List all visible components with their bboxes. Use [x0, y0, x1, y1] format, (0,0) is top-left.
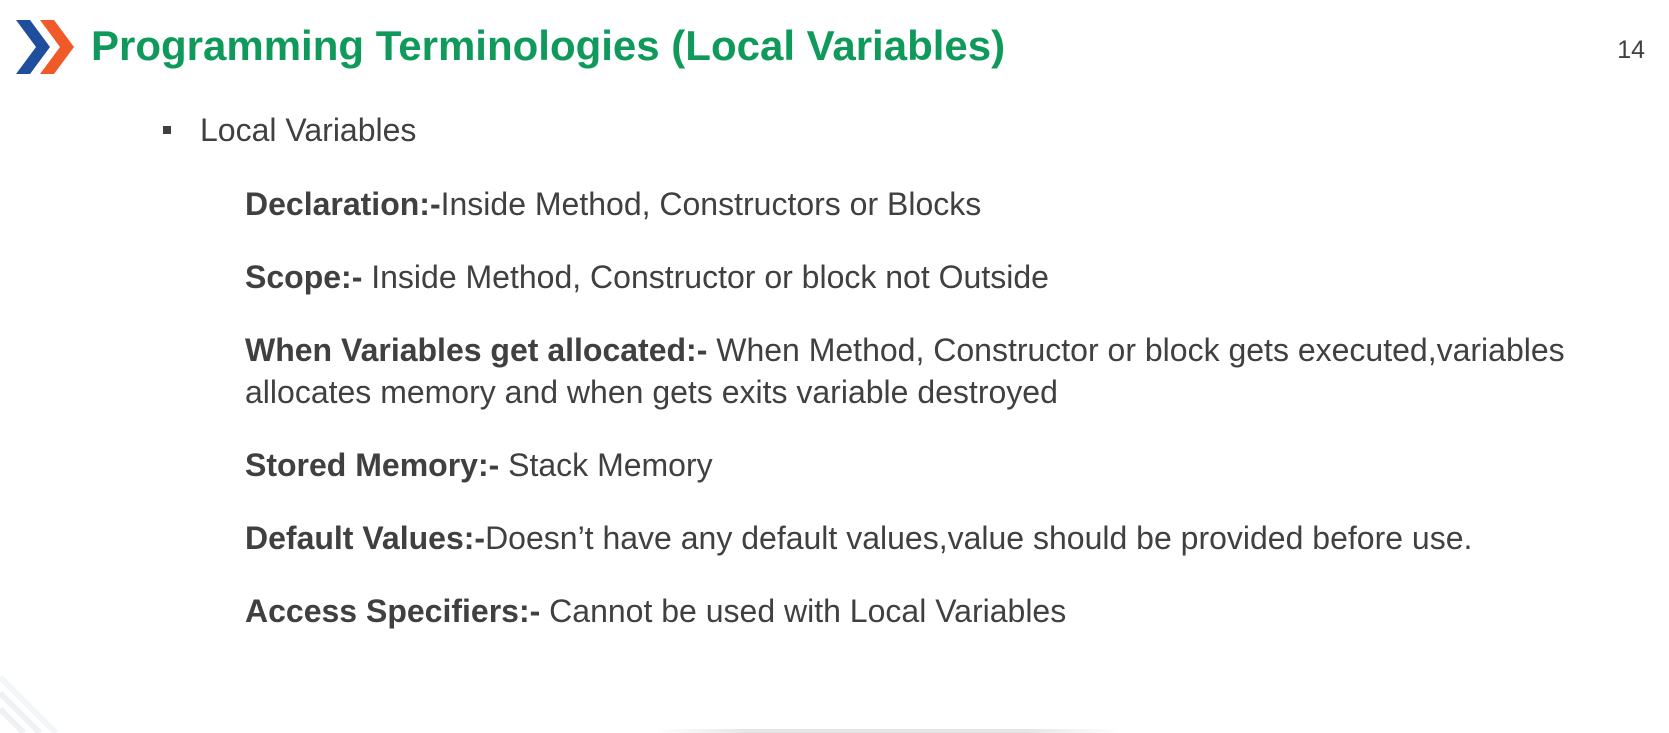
bullet-text: Local Variables [200, 112, 417, 148]
detail-scope: Scope:- Inside Method, Constructor or bl… [245, 256, 1645, 298]
detail-text: Inside Method, Constructors or Blocks [440, 186, 982, 222]
detail-text: Cannot be used with Local Variables [540, 593, 1067, 629]
detail-access-specifiers: Access Specifiers:- Cannot be used with … [245, 590, 1645, 632]
slide-title: Programming Terminologies (Local Variabl… [91, 22, 1006, 69]
corner-decoration [0, 674, 59, 733]
detail-text: Doesn’t have any default values,value sh… [485, 520, 1473, 556]
detail-label: Declaration:- [245, 186, 441, 222]
detail-label: When Variables get allocated:- [245, 332, 708, 368]
bottom-divider [655, 729, 1120, 733]
detail-label: Scope:- [245, 259, 363, 295]
detail-label: Default Values:- [245, 520, 486, 556]
detail-declaration: Declaration:-Inside Method, Constructors… [245, 183, 1645, 225]
detail-allocation: When Variables get allocated:- When Meth… [245, 329, 1645, 413]
detail-text: Stack Memory [499, 447, 713, 483]
detail-label: Access Specifiers:- [245, 593, 541, 629]
square-bullet-icon [163, 126, 171, 134]
detail-list: Declaration:-Inside Method, Constructors… [245, 183, 1645, 663]
detail-stored-memory: Stored Memory:- Stack Memory [245, 444, 1645, 486]
detail-default-values: Default Values:-Doesn’t have any default… [245, 517, 1645, 559]
detail-label: Stored Memory:- [245, 447, 500, 483]
bullet-item: Local Variables [163, 110, 416, 150]
double-chevron-logo-icon [16, 20, 74, 74]
page-number: 14 [1617, 36, 1645, 64]
detail-text: Inside Method, Constructor or block not … [362, 259, 1049, 295]
